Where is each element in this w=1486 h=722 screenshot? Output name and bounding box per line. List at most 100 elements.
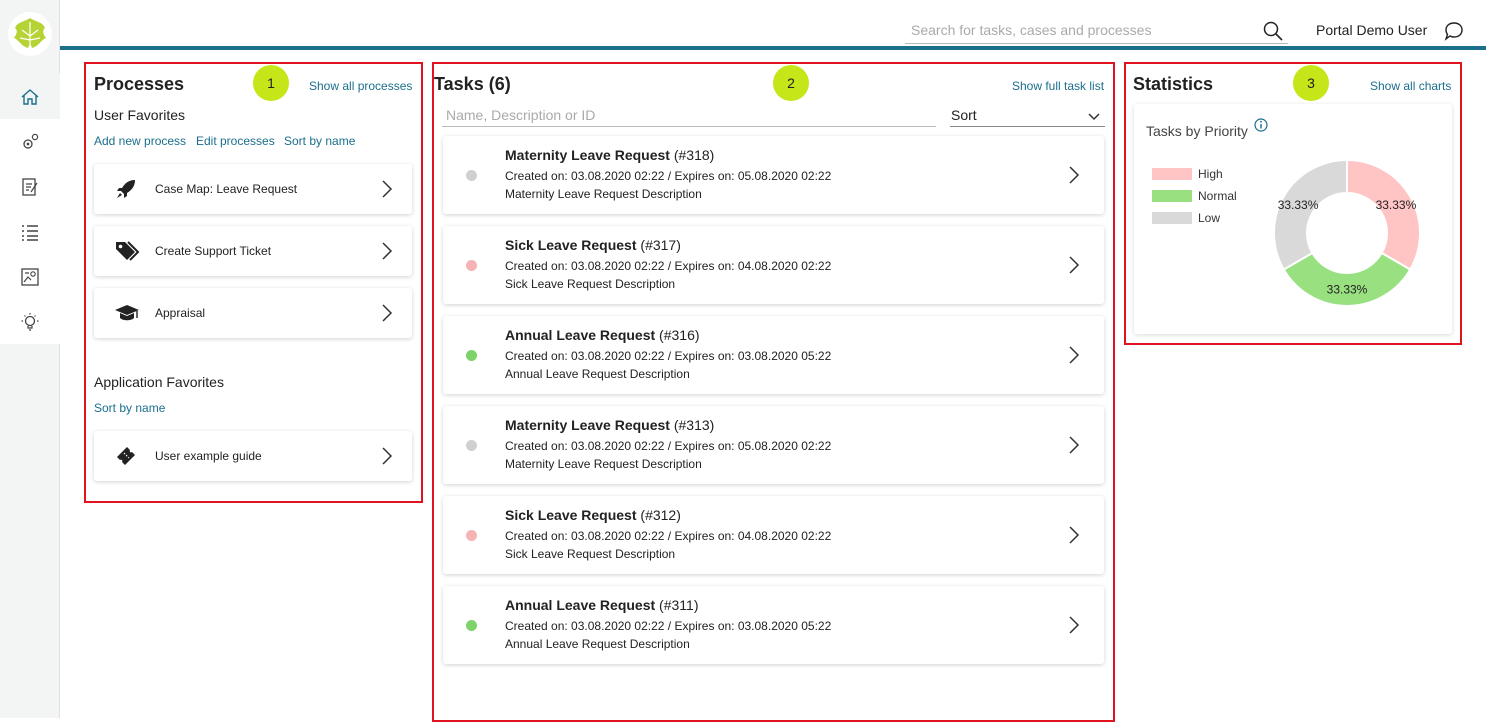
legend-item-normal[interactable]: Normal [1152, 189, 1237, 203]
chart-title-text: Tasks by Priority [1146, 123, 1248, 139]
sidebar-item-home[interactable] [0, 74, 60, 119]
chat-button[interactable] [1444, 21, 1464, 46]
task-id: (#312) [640, 507, 681, 523]
donut-label-high: 33.33% [1376, 198, 1417, 212]
task-title: Maternity Leave Request (#313) [505, 417, 714, 433]
top-bar: Portal Demo User [60, 0, 1486, 50]
task-dates: Created on: 03.08.2020 02:22 / Expires o… [505, 169, 832, 183]
task-id: (#311) [659, 597, 699, 613]
task-name: Maternity Leave Request [505, 417, 670, 433]
legend-swatch [1152, 168, 1192, 180]
lightbulb-icon [21, 312, 39, 331]
sidebar-item-processes[interactable] [0, 119, 60, 164]
tasks-title: Tasks (6) [434, 74, 511, 94]
graduation-cap-icon [114, 301, 140, 325]
app-label: User example guide [155, 449, 262, 463]
chevron-right-icon [381, 241, 393, 266]
task-card[interactable]: Maternity Leave Request (#313) Created on… [443, 406, 1104, 484]
donut-slice-normal[interactable] [1282, 251, 1412, 307]
add-new-process-link[interactable]: Add new process [94, 134, 186, 148]
user-name[interactable]: Portal Demo User [1316, 22, 1427, 38]
search-button[interactable] [1263, 21, 1283, 46]
show-all-charts-link[interactable]: Show all charts [1370, 79, 1451, 93]
sort-by-name-link[interactable]: Sort by name [284, 134, 355, 148]
task-name: Annual Leave Request [505, 597, 656, 613]
app-card-user-guide[interactable]: User example guide [94, 431, 412, 481]
task-card[interactable]: Annual Leave Request (#311) Created on: 0… [443, 586, 1104, 664]
legend-label: Normal [1198, 189, 1237, 203]
process-card-appraisal[interactable]: Appraisal [94, 288, 412, 338]
tasks-by-priority-card: Tasks by Priority High Normal Low 33.33%… [1134, 104, 1452, 334]
chart-title: Tasks by Priority [1146, 118, 1268, 139]
legend-item-low[interactable]: Low [1152, 211, 1221, 225]
step-badge-3: 3 [1293, 65, 1329, 101]
app-sort-by-name-link[interactable]: Sort by name [94, 401, 165, 415]
ivy-logo[interactable] [8, 12, 52, 56]
priority-indicator [466, 260, 477, 271]
task-dates: Created on: 03.08.2020 02:22 / Expires o… [505, 619, 832, 633]
sidebar-item-tasks[interactable] [0, 164, 60, 209]
process-label: Appraisal [155, 306, 206, 320]
task-description: Annual Leave Request Description [505, 637, 690, 651]
show-full-task-list-link[interactable]: Show full task list [1012, 79, 1104, 93]
edit-processes-link[interactable]: Edit processes [196, 134, 275, 148]
processes-title: Processes [94, 74, 185, 94]
sidebar-item-statistics[interactable] [0, 254, 60, 299]
task-sort-select[interactable]: Sort [950, 104, 1105, 127]
global-search-input[interactable] [905, 18, 1245, 42]
priority-indicator [466, 620, 477, 631]
user-favorites-heading: User Favorites [94, 107, 186, 123]
rocket-icon [114, 177, 140, 201]
process-label: Create Support Ticket [155, 244, 272, 258]
task-dates: Created on: 03.08.2020 02:22 / Expires o… [505, 529, 832, 543]
task-card[interactable]: Annual Leave Request (#316) Created on: 0… [443, 316, 1104, 394]
search-icon [1263, 21, 1283, 41]
task-description: Maternity Leave Request Description [505, 187, 702, 201]
legend-item-high[interactable]: High [1152, 167, 1223, 181]
chevron-right-icon [381, 303, 393, 328]
task-title: Annual Leave Request (#316) [505, 327, 700, 343]
sidebar-item-ideas[interactable] [0, 299, 60, 344]
task-title: Sick Leave Request (#317) [505, 237, 681, 253]
show-all-processes-link[interactable]: Show all processes [309, 79, 412, 93]
sort-label: Sort [951, 107, 977, 123]
task-filter-input[interactable] [442, 104, 922, 126]
legend-swatch [1152, 212, 1192, 224]
task-dates: Created on: 03.08.2020 02:22 / Expires o… [505, 439, 832, 453]
statistics-title: Statistics [1133, 74, 1214, 94]
step-badge-1: 1 [253, 65, 289, 101]
task-id: (#316) [659, 327, 700, 343]
task-dates: Created on: 03.08.2020 02:22 / Expires o… [505, 349, 832, 363]
task-dates: Created on: 03.08.2020 02:22 / Expires o… [505, 259, 832, 273]
chevron-right-icon [1068, 525, 1080, 550]
legend-label: Low [1198, 211, 1221, 225]
chevron-right-icon [1068, 255, 1080, 280]
info-icon[interactable] [1254, 118, 1268, 132]
process-card-support-ticket[interactable]: Create Support Ticket [94, 226, 412, 276]
donut-label-normal: 33.33% [1327, 283, 1368, 297]
task-filter [442, 104, 936, 127]
sidebar-item-cases[interactable] [0, 209, 60, 254]
task-description: Sick Leave Request Description [505, 547, 676, 561]
task-card[interactable]: Sick Leave Request (#317) Created on: 03.… [443, 226, 1104, 304]
chevron-down-icon [1088, 113, 1100, 121]
task-description: Sick Leave Request Description [505, 277, 676, 291]
process-card-case-map[interactable]: Case Map: Leave Request [94, 164, 412, 214]
task-card[interactable]: Sick Leave Request (#312) Created on: 03.… [443, 496, 1104, 574]
task-name: Maternity Leave Request [505, 147, 670, 163]
donut-slice-low[interactable] [1273, 158, 1348, 271]
task-id: (#317) [640, 237, 681, 253]
legend-label: High [1198, 167, 1223, 181]
task-card[interactable]: Maternity Leave Request (#318) Created on… [443, 136, 1104, 214]
task-description: Maternity Leave Request Description [505, 457, 702, 471]
task-title: Annual Leave Request (#311) [505, 597, 698, 613]
priority-indicator [466, 170, 477, 181]
chevron-right-icon [1068, 345, 1080, 370]
process-label: Case Map: Leave Request [155, 182, 298, 196]
chevron-right-icon [1068, 435, 1080, 460]
chevron-right-icon [381, 446, 393, 471]
priority-indicator [466, 350, 477, 361]
priority-indicator [466, 440, 477, 451]
sidebar [0, 0, 60, 718]
task-id: (#318) [673, 147, 715, 163]
